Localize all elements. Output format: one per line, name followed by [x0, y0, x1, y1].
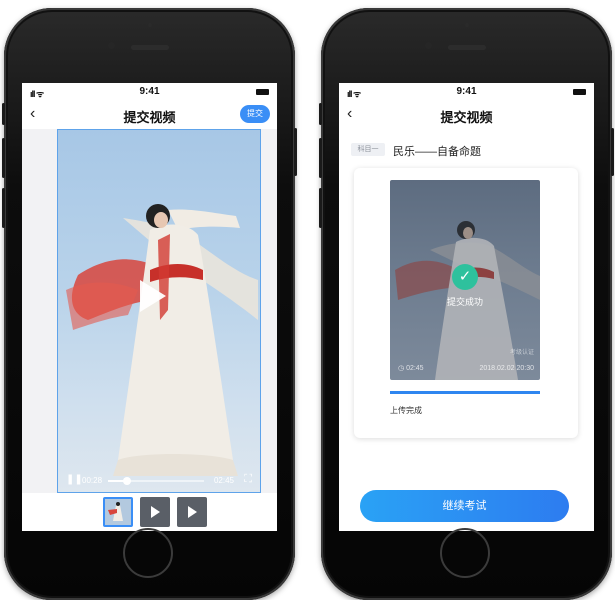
volume-down-button	[319, 188, 322, 228]
mute-switch	[2, 103, 5, 125]
video-watermark: 考级认证	[509, 350, 534, 356]
play-icon	[188, 506, 197, 518]
nav-bar: ‹ 提交视频 提交	[22, 101, 277, 129]
page-title: 提交视频	[123, 110, 176, 125]
clip-thumbnail-1[interactable]	[103, 497, 133, 527]
clock-icon: ◷	[398, 365, 405, 372]
earpiece-speaker	[447, 45, 486, 50]
upload-progress-fill	[390, 391, 540, 394]
play-icon[interactable]	[140, 280, 166, 312]
volume-up-button	[2, 138, 5, 178]
phone-right: ıll ᯤ 9:41 ‹ 提交视频 科目一 民乐——自备命题 ✓ 提交成功 考级…	[319, 8, 614, 600]
nav-bar: ‹ 提交视频	[339, 101, 594, 129]
phone-sensor	[464, 23, 469, 27]
play-icon	[151, 506, 160, 518]
continue-exam-button[interactable]: 继续考试	[360, 490, 569, 522]
clip-thumbnails	[22, 497, 277, 527]
current-time: 00:28	[82, 476, 103, 485]
video-date: 2018.02.02 20:30	[479, 365, 535, 372]
power-button	[611, 128, 614, 176]
seek-bar[interactable]	[108, 477, 204, 485]
upload-status-label: 上传完成	[390, 406, 422, 415]
check-circle-icon: ✓	[452, 264, 478, 290]
status-time: 9:41	[139, 86, 160, 97]
exam-subject: 科目一 民乐——自备命题	[351, 141, 582, 159]
page-title: 提交视频	[440, 110, 493, 125]
home-button[interactable]	[439, 528, 490, 578]
earpiece-speaker	[130, 45, 169, 50]
status-time: 9:41	[456, 86, 477, 97]
submit-button[interactable]: 提交	[240, 105, 270, 123]
total-time: 02:45	[213, 476, 234, 485]
fullscreen-icon[interactable]: ⛶	[244, 473, 252, 486]
front-camera	[425, 42, 432, 49]
battery-icon	[256, 89, 269, 95]
volume-down-button	[2, 188, 5, 228]
subject-tag: 科目一	[351, 143, 385, 156]
submit-status-text: 提交成功	[446, 297, 483, 307]
video-area: ❚❚ 00:28 02:45 ⛶	[22, 129, 277, 493]
power-button	[294, 128, 297, 176]
video-duration-text: 02:45	[406, 365, 424, 372]
upload-progress-bar	[390, 391, 540, 394]
volume-up-button	[319, 138, 322, 178]
submitted-video-thumbnail[interactable]: ✓ 提交成功 考级认证 ◷ 02:45 2018.02.02 20:30	[390, 180, 540, 380]
dancer-thumbnail-image	[105, 499, 131, 525]
front-camera	[108, 42, 115, 49]
pause-icon[interactable]: ❚❚	[66, 474, 83, 485]
player-controls: ❚❚ 00:28 02:45 ⛶	[58, 468, 260, 492]
video-player[interactable]: ❚❚ 00:28 02:45 ⛶	[57, 129, 261, 493]
clip-thumbnail-3[interactable]	[177, 497, 207, 527]
seek-handle[interactable]	[123, 477, 132, 485]
mute-switch	[319, 103, 322, 125]
home-button[interactable]	[122, 528, 173, 578]
video-duration: ◷ 02:45	[398, 364, 424, 372]
clip-thumbnail-2[interactable]	[140, 497, 170, 527]
screen-submit-video: ıll ᯤ 9:41 ‹ 提交视频 提交 ❚❚ 00:28 02:45 ⛶	[22, 83, 277, 531]
status-bar: ıll ᯤ 9:41	[339, 83, 594, 101]
subject-name: 民乐——自备命题	[393, 146, 481, 158]
phone-sensor	[147, 23, 152, 27]
status-bar: ıll ᯤ 9:41	[22, 83, 277, 101]
phone-left: ıll ᯤ 9:41 ‹ 提交视频 提交 ❚❚ 00:28 02:45 ⛶	[2, 8, 297, 600]
screen-submit-success: ıll ᯤ 9:41 ‹ 提交视频 科目一 民乐——自备命题 ✓ 提交成功 考级…	[339, 83, 594, 531]
submission-card: ✓ 提交成功 考级认证 ◷ 02:45 2018.02.02 20:30 上传完…	[354, 168, 578, 438]
battery-icon	[573, 89, 586, 95]
